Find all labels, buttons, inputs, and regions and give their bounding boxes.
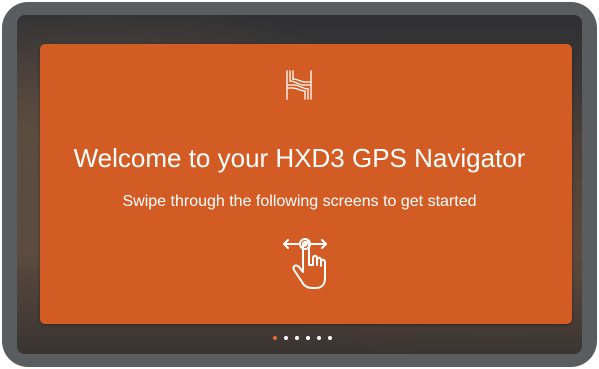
page-dot[interactable]: [306, 336, 310, 340]
page-dot[interactable]: [328, 336, 332, 340]
page-dot-active[interactable]: [273, 336, 277, 340]
page-indicator[interactable]: [273, 334, 337, 342]
page-dot[interactable]: [284, 336, 288, 340]
hema-h-logo-icon: [286, 70, 312, 100]
page-dot[interactable]: [295, 336, 299, 340]
swipe-hand-icon: [283, 238, 327, 289]
welcome-subtitle: Swipe through the following screens to g…: [122, 193, 477, 210]
welcome-title: Welcome to your HXD3 GPS Navigator: [73, 143, 526, 173]
page-dot[interactable]: [317, 336, 321, 340]
